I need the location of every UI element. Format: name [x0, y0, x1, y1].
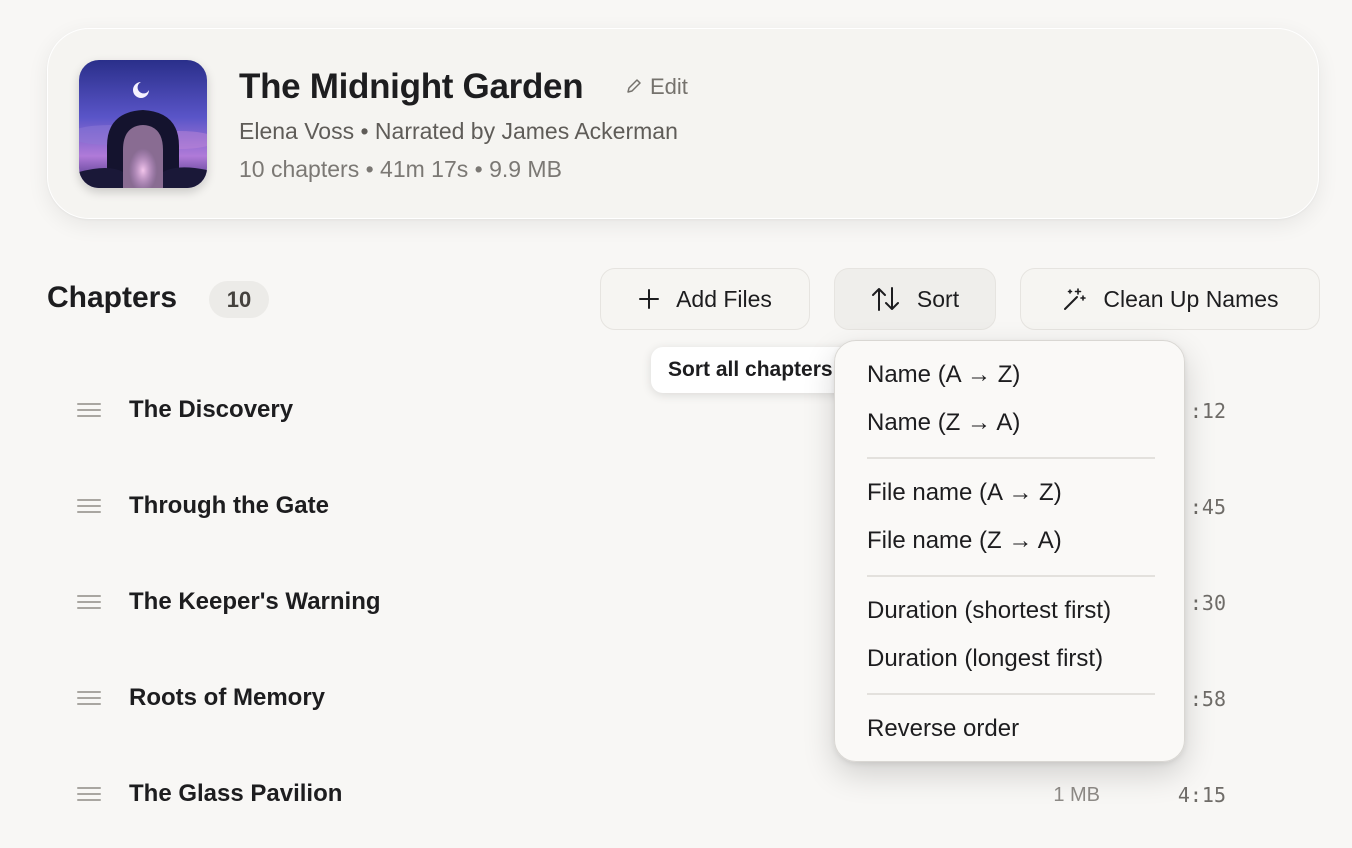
menu-divider [867, 693, 1155, 695]
add-files-label: Add Files [676, 285, 772, 312]
chapter-name: The Keeper's Warning [129, 588, 381, 615]
chapters-heading: Chapters [47, 281, 178, 314]
sort-label: Sort [916, 285, 960, 312]
sort-menu: Name (A → Z) Name (Z → A) File name (A →… [834, 340, 1185, 762]
drag-handle-icon[interactable] [77, 691, 101, 705]
drag-handle-icon[interactable] [77, 499, 101, 513]
drag-handle-icon[interactable] [77, 403, 101, 417]
edit-button[interactable]: Edit [626, 74, 688, 100]
chapter-name: Through the Gate [129, 492, 329, 519]
chapter-duration: :30 [1189, 591, 1226, 615]
drag-handle-icon[interactable] [77, 595, 101, 609]
sort-arrows-icon [871, 286, 901, 312]
add-files-button[interactable]: Add Files [600, 268, 810, 330]
menu-item-file-name-desc[interactable]: File name (Z → A) [867, 527, 1062, 555]
menu-item-reverse-order[interactable]: Reverse order [867, 715, 1019, 743]
menu-item-file-name-asc[interactable]: File name (A → Z) [867, 479, 1062, 507]
chapter-duration: :12 [1189, 399, 1226, 423]
sort-button[interactable]: Sort [834, 268, 996, 330]
chapter-row[interactable]: The Glass Pavilion 1 MB 4:15 [60, 764, 1260, 824]
book-author-line: Elena Voss • Narrated by James Ackerman [239, 118, 678, 144]
magic-wand-icon [1061, 286, 1087, 312]
pencil-icon [626, 74, 642, 100]
menu-divider [867, 575, 1155, 577]
clean-up-names-button[interactable]: Clean Up Names [1020, 268, 1320, 330]
clean-up-names-label: Clean Up Names [1103, 285, 1279, 312]
chapter-name: The Glass Pavilion [129, 780, 343, 807]
edit-label: Edit [650, 74, 688, 99]
book-header-card: The Midnight Garden Edit Elena Voss • Na… [47, 28, 1319, 219]
chapter-duration: 4:15 [1177, 783, 1226, 807]
menu-divider [867, 457, 1155, 459]
menu-item-name-desc[interactable]: Name (Z → A) [867, 409, 1020, 437]
chapter-name: The Discovery [129, 396, 294, 423]
chapter-duration: :58 [1189, 687, 1226, 711]
book-cover-image [79, 60, 207, 188]
drag-handle-icon[interactable] [77, 787, 101, 801]
plus-icon [638, 288, 660, 310]
chapter-name: Roots of Memory [129, 684, 326, 711]
chapter-count-badge: 10 [209, 281, 269, 318]
menu-item-duration-shortest[interactable]: Duration (shortest first) [867, 597, 1111, 625]
menu-item-name-asc[interactable]: Name (A → Z) [867, 361, 1020, 389]
book-title: The Midnight Garden [239, 67, 584, 106]
book-meta-line: 10 chapters • 41m 17s • 9.9 MB [239, 156, 562, 182]
menu-item-duration-longest[interactable]: Duration (longest first) [867, 645, 1103, 673]
chapter-duration: :45 [1189, 495, 1226, 519]
chapter-size: 1 MB [1053, 784, 1100, 806]
